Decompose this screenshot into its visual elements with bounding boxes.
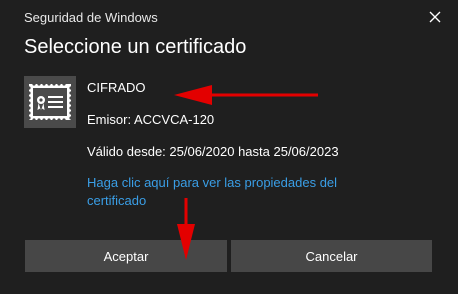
title-bar: Seguridad de Windows: [0, 0, 458, 34]
dialog-heading: Seleccione un certificado: [24, 36, 247, 58]
close-button[interactable]: [420, 4, 450, 30]
certificate-validity: Válido desde: 25/06/2020 hasta 25/06/202…: [87, 144, 339, 159]
certificate-name: CIFRADO: [87, 80, 146, 95]
window-title: Seguridad de Windows: [24, 10, 158, 25]
certificate-properties-link[interactable]: Haga clic aquí para ver las propiedades …: [87, 174, 377, 210]
certificate-dialog: Seguridad de Windows Seleccione un certi…: [0, 0, 458, 294]
annotation-arrow-left-icon: [174, 85, 318, 105]
cancel-button[interactable]: Cancelar: [231, 240, 432, 272]
accept-button[interactable]: Aceptar: [25, 240, 227, 272]
certificate-issuer: Emisor: ACCVCA-120: [87, 112, 215, 127]
close-icon: [429, 11, 441, 23]
certificate-item-icon[interactable]: [24, 76, 76, 128]
certificate-icon: [27, 82, 73, 122]
